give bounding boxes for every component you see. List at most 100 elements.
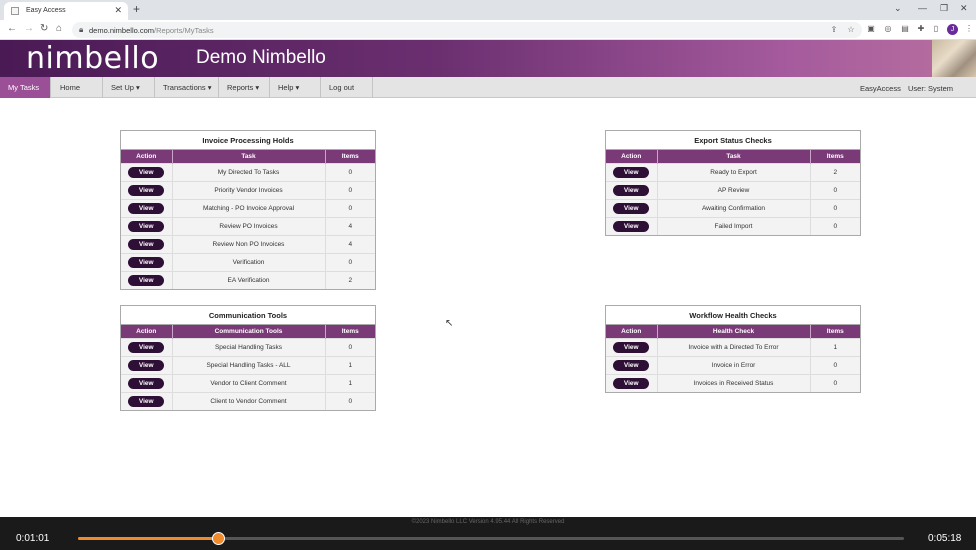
bookmark-star-icon[interactable]: ☆ [846, 25, 856, 35]
task-cell: Ready to Export [657, 162, 811, 181]
table-row: View Review Non PO Invoices 4 [121, 234, 375, 253]
task-cell: Special Handling Tasks [172, 337, 326, 356]
task-cell: Vendor to Client Comment [172, 373, 326, 392]
lock-icon: 🔒︎ [79, 25, 84, 34]
reload-icon[interactable]: ↻ [40, 23, 48, 34]
task-cell: AP Review [657, 180, 811, 199]
items-cell: 0 [810, 180, 860, 199]
view-button[interactable]: View [128, 359, 165, 371]
items-cell: 0 [325, 198, 375, 217]
seek-progress [78, 537, 219, 540]
panel-title: Communication Tools [121, 306, 375, 325]
address-bar[interactable]: 🔒︎ demo.nimbello.com/Reports/MyTasks ⇪ ☆ [72, 22, 862, 38]
view-button[interactable]: View [128, 341, 165, 353]
task-cell: Invoice in Error [657, 355, 811, 374]
app-name-label: EasyAccess [860, 84, 901, 93]
view-button[interactable]: View [128, 238, 165, 250]
tab-search-icon[interactable]: ⌄ [894, 3, 902, 14]
export-status-table: Action Task Items View Ready to Export 2 V… [606, 150, 860, 235]
tab-favicon-icon [11, 7, 19, 15]
browser-tab[interactable]: Easy Access ✕ [4, 2, 128, 20]
items-cell: 2 [325, 270, 375, 289]
menu-home[interactable]: Home [51, 77, 103, 98]
share-icon[interactable]: ⇪ [829, 25, 839, 35]
items-cell: 0 [810, 355, 860, 374]
task-cell: Client to Vendor Comment [172, 391, 326, 410]
view-button[interactable]: View [128, 202, 165, 214]
items-cell: 4 [325, 216, 375, 235]
table-row: View Vendor to Client Comment 1 [121, 373, 375, 392]
items-cell: 0 [325, 391, 375, 410]
app-banner: nimbello Demo Nimbello [0, 40, 976, 77]
menu-reports[interactable]: Reports ▾ [219, 77, 270, 98]
column-header: Items [325, 325, 375, 338]
sidepanel-icon[interactable]: ▯ [931, 24, 941, 34]
window-close-icon[interactable]: ✕ [960, 3, 968, 14]
view-button[interactable]: View [128, 256, 165, 268]
table-row: View Priority Vendor Invoices 0 [121, 180, 375, 199]
minimize-icon[interactable]: — [918, 3, 927, 13]
table-row: View Invoice with a Directed To Error 1 [606, 337, 860, 356]
new-tab-icon[interactable]: + [133, 2, 140, 16]
browser-menu-icon[interactable]: ⋮ [964, 24, 974, 34]
view-button[interactable]: View [128, 166, 165, 178]
menu-my-tasks[interactable]: My Tasks [0, 77, 51, 98]
view-button[interactable]: View [613, 359, 650, 371]
tab-title: Easy Access [26, 7, 66, 14]
view-button[interactable]: View [128, 395, 165, 407]
forward-icon[interactable]: → [24, 23, 34, 34]
view-button[interactable]: View [613, 220, 650, 232]
view-button[interactable]: View [613, 166, 650, 178]
back-icon[interactable]: ← [7, 23, 17, 34]
tab-close-icon[interactable]: ✕ [114, 5, 122, 16]
puzzle-icon[interactable]: ✚ [916, 24, 926, 34]
profile-avatar[interactable]: J [947, 24, 958, 35]
table-row: View Invoice in Error 0 [606, 355, 860, 374]
column-header: Action [606, 325, 658, 338]
mouse-cursor-icon: ↖ [445, 318, 454, 329]
copyright-footer: ©2023 Nimbello LLC Version 4.95.44 All R… [411, 519, 565, 525]
table-row: View Special Handling Tasks 0 [121, 337, 375, 356]
menu-setup[interactable]: Set Up ▾ [103, 77, 155, 98]
extension-icon[interactable]: ◎ [883, 24, 893, 34]
view-button[interactable]: View [128, 220, 165, 232]
panel-title: Invoice Processing Holds [121, 131, 375, 150]
duration: 0:05:18 [928, 533, 962, 544]
task-cell: Priority Vendor Invoices [172, 180, 326, 199]
menu-transactions[interactable]: Transactions ▾ [155, 77, 219, 98]
items-cell: 0 [810, 216, 860, 235]
column-header: Items [325, 150, 375, 163]
view-button[interactable]: View [128, 274, 165, 286]
items-cell: 2 [810, 162, 860, 181]
view-button[interactable]: View [128, 377, 165, 389]
table-row: View Awaiting Confirmation 0 [606, 198, 860, 217]
task-cell: Awaiting Confirmation [657, 198, 811, 217]
view-button[interactable]: View [128, 184, 165, 196]
column-header: Action [121, 325, 173, 338]
invoice-processing-holds-panel: Invoice Processing Holds Action Task Ite… [120, 130, 376, 290]
view-button[interactable]: View [613, 202, 650, 214]
view-button[interactable]: View [613, 184, 650, 196]
home-icon[interactable]: ⌂ [56, 23, 62, 34]
seek-bar[interactable] [78, 532, 904, 545]
view-button[interactable]: View [613, 341, 650, 353]
extension-icon[interactable]: ▤ [900, 24, 910, 34]
table-row: View Invoices in Received Status 0 [606, 373, 860, 392]
url-host: demo.nimbello.com [89, 26, 155, 35]
task-cell: Verification [172, 252, 326, 271]
column-header: Action [606, 150, 658, 163]
url-path: /Reports/MyTasks [154, 26, 214, 35]
task-cell: EA Verification [172, 270, 326, 289]
nimbello-logo[interactable]: nimbello [26, 41, 159, 76]
menu-logout[interactable]: Log out [321, 77, 373, 98]
items-cell: 0 [810, 198, 860, 217]
extension-icon[interactable]: ▣ [866, 24, 876, 34]
workflow-health-checks-panel: Workflow Health Checks Action Health Che… [605, 305, 861, 393]
table-row: View EA Verification 2 [121, 270, 375, 289]
browser-tabstrip: Easy Access ✕ + ⌄ — ❐ ✕ [0, 0, 976, 20]
table-row: View Special Handling Tasks - ALL 1 [121, 355, 375, 374]
menu-help[interactable]: Help ▾ [270, 77, 321, 98]
seek-handle[interactable] [212, 532, 226, 545]
view-button[interactable]: View [613, 377, 650, 389]
restore-icon[interactable]: ❐ [940, 3, 948, 14]
